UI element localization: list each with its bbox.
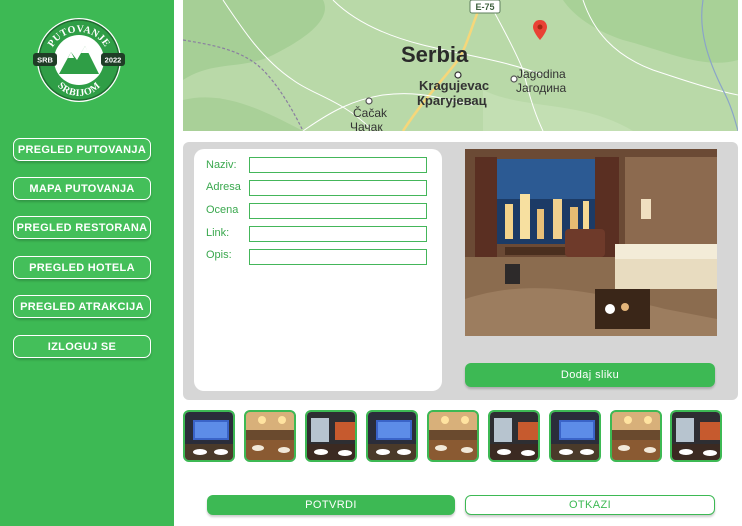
thumbnail-8[interactable] <box>610 410 662 462</box>
map-city-kragujevac: Kragujevac <box>419 78 489 93</box>
field-label-link: Link: <box>206 227 230 239</box>
nav-label: IZLOGUJ SE <box>47 340 117 353</box>
add-photo-button[interactable]: Dodaj sliku <box>465 363 715 387</box>
field-label-ocena: Ocena <box>206 204 239 216</box>
map-city-jagodina: Jagodina <box>517 67 566 81</box>
hotel-photo <box>465 149 717 336</box>
adresa-input[interactable] <box>249 180 427 196</box>
cancel-label: OTKAZI <box>568 499 612 511</box>
naziv-input[interactable] <box>249 157 427 173</box>
nav-button-pregled-restorana[interactable]: PREGLED RESTORANA <box>13 216 151 239</box>
add-photo-label: Dodaj sliku <box>560 369 620 381</box>
thumbnail-2[interactable] <box>244 410 296 462</box>
ocena-input[interactable] <box>249 203 427 219</box>
nav-label: PREGLED PUTOVANJA <box>17 143 147 156</box>
app-logo: SRB 2022 PUTOVANJE SRBIJOM <box>31 16 127 104</box>
logo-tag-right: 2022 <box>105 56 122 65</box>
map-city-jagodina-cyrillic: Јагодина <box>516 81 567 95</box>
nav-label: PREGLED RESTORANA <box>16 221 148 234</box>
logout-button[interactable]: IZLOGUJ SE <box>13 335 151 358</box>
opis-input[interactable] <box>249 249 427 265</box>
thumbnail-6[interactable] <box>488 410 540 462</box>
confirm-button[interactable]: POTVRDI <box>207 495 455 515</box>
field-label-adresa: Adresa <box>206 181 241 193</box>
map-city-kragujevac-cyrillic: Крагујевац <box>417 93 487 108</box>
thumbnail-3[interactable] <box>305 410 357 462</box>
link-input[interactable] <box>249 226 427 242</box>
map-view[interactable]: E-75 Serbia Kragujevac Крагујевац Jagodi… <box>183 0 738 131</box>
logo-tag-left: SRB <box>37 56 53 65</box>
cancel-button[interactable]: OTKAZI <box>465 495 715 515</box>
thumbnail-4[interactable] <box>366 410 418 462</box>
confirm-label: POTVRDI <box>305 499 357 511</box>
nav-label: PREGLED HOTELA <box>29 261 135 274</box>
nav-button-pregled-hotela[interactable]: PREGLED HOTELA <box>13 256 151 279</box>
field-label-naziv: Naziv: <box>206 159 237 171</box>
road-label: E-75 <box>475 2 494 12</box>
field-label-opis: Opis: <box>206 249 232 261</box>
map-country-label: Serbia <box>401 42 469 67</box>
thumbnail-5[interactable] <box>427 410 479 462</box>
sidebar: SRB 2022 PUTOVANJE SRBIJOM PREGLED PUTOV… <box>0 0 174 526</box>
nav-button-pregled-atrakcija[interactable]: PREGLED ATRAKCIJA <box>13 295 151 318</box>
nav-button-mapa-putovanja[interactable]: MAPA PUTOVANJA <box>13 177 151 200</box>
thumbnail-1[interactable] <box>183 410 235 462</box>
map-city-cacak-cyrillic: Чачак <box>350 120 383 131</box>
nav-button-pregled-putovanja[interactable]: PREGLED PUTOVANJA <box>13 138 151 161</box>
nav-label: PREGLED ATRAKCIJA <box>20 300 144 313</box>
map-city-cacak: Čačak <box>353 105 388 120</box>
thumbnail-9[interactable] <box>670 410 722 462</box>
nav-label: MAPA PUTOVANJA <box>29 182 135 195</box>
thumbnail-7[interactable] <box>549 410 601 462</box>
